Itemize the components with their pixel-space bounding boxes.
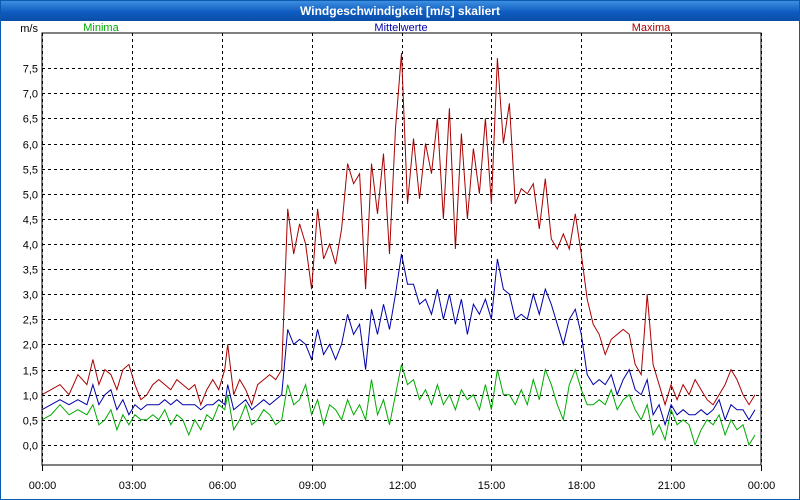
y-tick-label: 7,5 [23,64,38,76]
x-tick-date: 21.08.14 [560,498,603,499]
y-tick-label: 7,0 [23,89,38,101]
x-tick-date: 21.08.14 [470,498,513,499]
x-tick-date: 21.08.14 [111,498,154,499]
y-tick-label: 5,5 [23,165,38,177]
x-tick-date: 21.08.14 [291,498,334,499]
axis-layer: 0,0 0,5 1,0 1,5 2,0 2,5 3,0 3,5 4,0 4,5 5,0 5,5 6,0 6… [20,23,783,499]
legend-mittelwerte: Mittelwerte [374,22,427,34]
x-tick-time: 18:00 [568,480,596,492]
x-tick-time: 03:00 [119,480,147,492]
y-tick-label: 6,5 [23,114,38,126]
x-tick-time: 21:00 [658,480,686,492]
x-tick-time: 09:00 [299,480,327,492]
x-tick-date: 22.08.14 [740,498,783,499]
window-title: Windgeschwindigkeit [m/s] skaliert [1,1,799,21]
y-tick-label: 1,0 [23,391,38,403]
y-tick-label: 0,0 [23,441,38,453]
grid-layer [42,33,762,465]
x-tick-time: 12:00 [389,480,417,492]
x-tick-date: 21.08.14 [381,498,424,499]
y-axis-label: m/s [20,23,38,35]
y-tick-label: 4,5 [23,215,38,227]
series-layer [41,53,756,447]
y-tick-label: 3,5 [23,265,38,277]
legend-maxima: Maxima [632,22,671,34]
series-line-mittelwerte [41,253,756,427]
y-tick-label: 6,0 [23,140,38,152]
y-tick-label: 0,5 [23,416,38,428]
series-line-maxima [41,53,756,407]
x-tick-time: 06:00 [209,480,237,492]
legend-minima: Minima [83,22,119,34]
y-tick-label: 4,0 [23,240,38,252]
plot-frame [41,32,762,466]
chart-svg: 0,0 0,5 1,0 1,5 2,0 2,5 3,0 3,5 4,0 4,5 5,0 5,5 6,0 6… [20,22,783,499]
x-tick-date: 21.08.14 [21,498,64,499]
y-tick-label: 5,0 [23,190,38,202]
chart-window: Windgeschwindigkeit [m/s] skaliert 0,0 0,… [0,0,800,500]
x-tick-time: 15:00 [478,480,506,492]
y-tick-label: 2,5 [23,315,38,327]
x-tick-time: 00:00 [29,480,57,492]
x-tick-date: 21.08.14 [650,498,693,499]
y-tick-label: 2,0 [23,340,38,352]
y-tick-label: 3,0 [23,290,38,302]
legend-layer: Minima Mittelwerte Maxima [83,22,671,34]
y-tick-label: 1,5 [23,366,38,378]
x-tick-time: 00:00 [748,480,776,492]
x-tick-date: 21.08.14 [201,498,244,499]
